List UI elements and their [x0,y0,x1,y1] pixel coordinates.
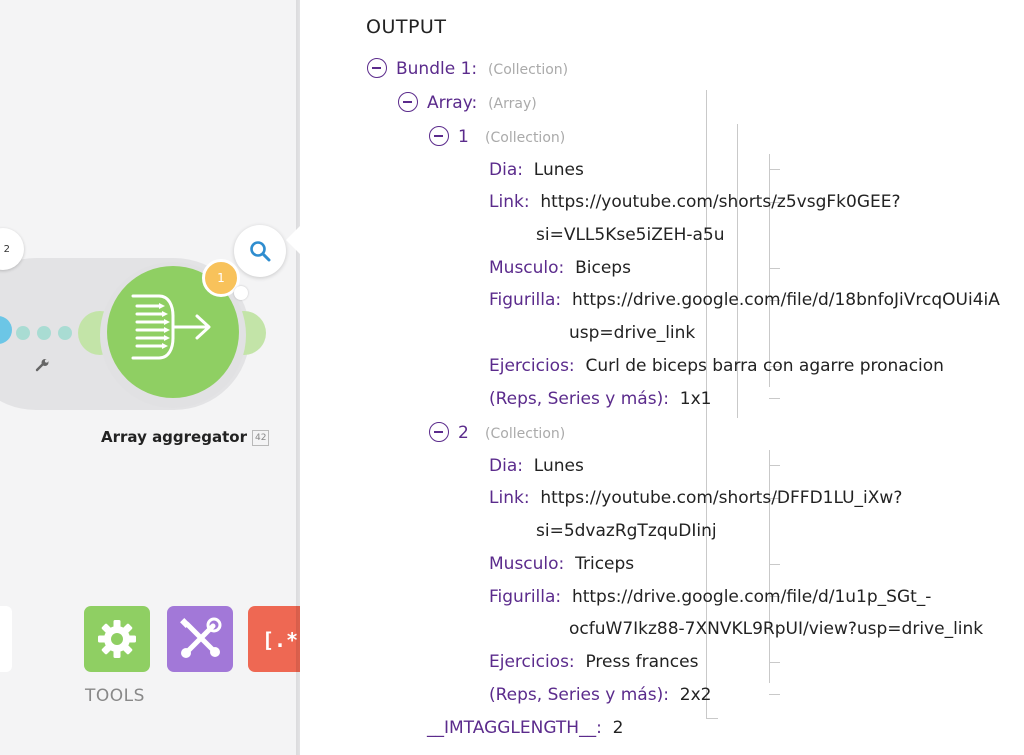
wrench-icon[interactable] [35,358,51,372]
svg-text:[.*]: [.*] [262,628,300,652]
text-parser-tool-button[interactable]: [.*] [248,606,300,672]
item2-tree-line [769,450,770,683]
tree-branch [769,596,780,597]
bundle-tree-line [706,90,707,719]
operations-badge-tail [234,286,248,300]
connection-dot [37,326,51,340]
tree-branch [769,694,780,695]
array-tree-line [737,124,738,418]
connection-dot [58,326,72,340]
tree-branch [769,398,780,399]
module-title[interactable]: Array aggregator [101,428,247,446]
tools-section-label: TOOLS [85,686,145,706]
tree-branch [769,662,780,663]
module-id-badge: 42 [252,430,270,446]
connection-dot [16,326,30,340]
tools-tool-button[interactable] [167,606,233,672]
tree-branch [769,498,780,499]
regex-icon: [.*] [262,628,300,652]
tree-branch [769,564,780,565]
tree-branch [769,465,780,466]
search-icon [250,241,271,262]
tree-branch [769,268,780,269]
settings-tool-button[interactable] [84,606,150,672]
tool-partial[interactable] [0,606,12,672]
output-title: OUTPUT [366,16,447,38]
output-panel[interactable]: OUTPUT [300,0,1024,755]
item1-tree-line [769,154,770,387]
inspect-bundles-button[interactable] [234,225,286,277]
panel-pointer [286,226,300,254]
tree-branch [769,300,780,301]
tree-branch [769,169,780,170]
gear-icon [98,620,136,658]
scenario-canvas[interactable]: 2 1 Array aggregator 42 [.*] TOOLS [0,0,300,755]
tree-branch [769,202,780,203]
bundle-tree-branch [706,718,718,719]
wrench-screwdriver-icon [180,617,222,658]
tree-branch [769,366,780,367]
